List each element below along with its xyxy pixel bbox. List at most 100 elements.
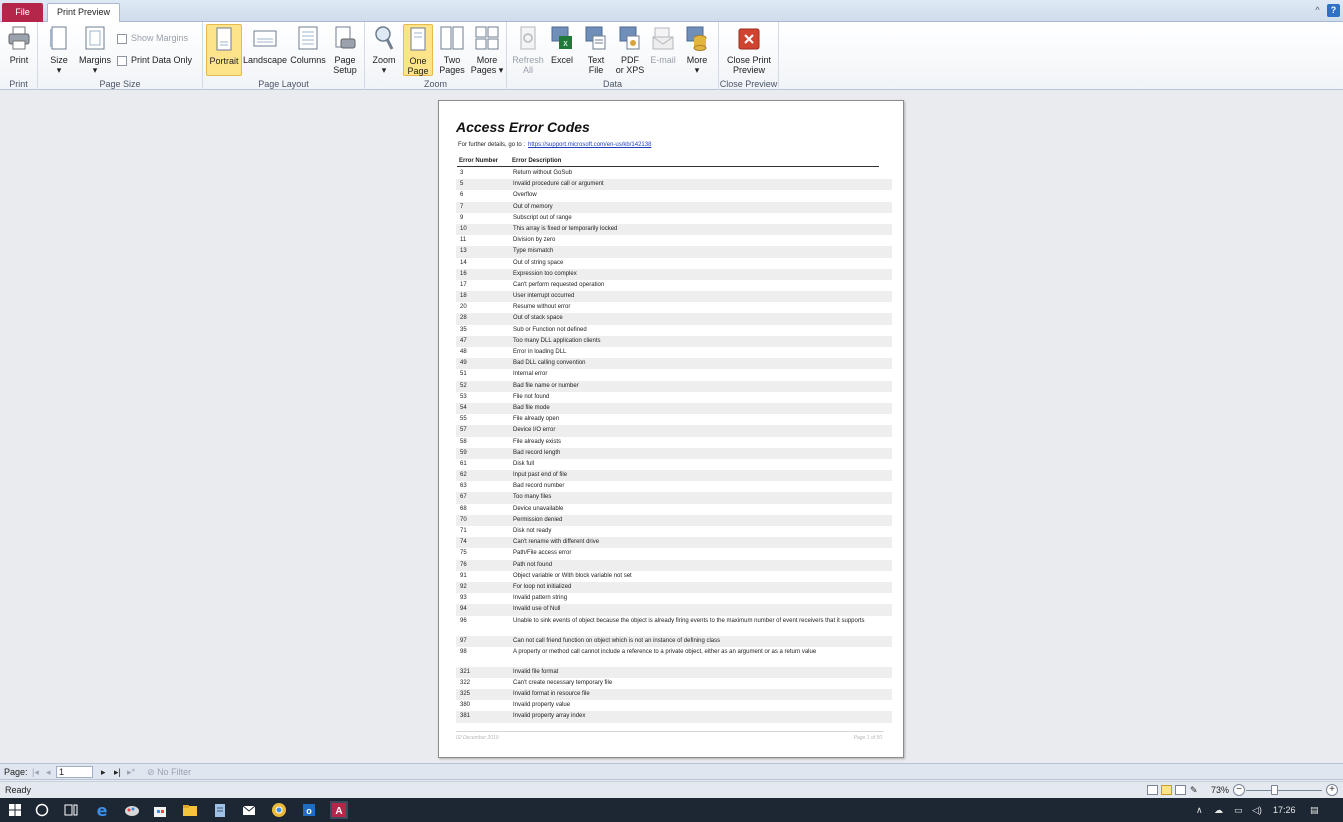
outlook-icon[interactable]: o	[300, 801, 318, 819]
error-number-cell: 55	[460, 416, 467, 423]
print-data-only-checkbox[interactable]: Print Data Only	[117, 54, 192, 68]
pdf-xps-export-button[interactable]: PDF or XPS	[615, 24, 645, 76]
zoom-label: Zoom	[372, 55, 396, 65]
error-number-cell: 13	[460, 248, 467, 255]
report-footer-page: Page 1 of 50	[853, 735, 882, 741]
more-pages-button[interactable]: More Pages ▾	[469, 24, 505, 76]
report-details-link[interactable]: https://support.microsoft.com/en-us/kb/1…	[528, 142, 651, 148]
first-page-icon[interactable]: |◂	[32, 766, 39, 778]
help-icon[interactable]: ?	[1327, 4, 1340, 17]
error-description-cell: Object variable or With block variable n…	[513, 572, 632, 579]
report-view-icon[interactable]	[1147, 785, 1158, 795]
table-row: 62 Input past end of file	[456, 470, 892, 482]
close-label-1: Close Print	[726, 55, 771, 65]
columns-label: Columns	[290, 55, 326, 65]
zoom-slider-thumb[interactable]	[1271, 785, 1278, 795]
table-row: 10 This array is fixed or temporarily loc…	[456, 223, 892, 236]
mail-icon[interactable]	[240, 801, 258, 819]
refresh-all-button[interactable]: Refresh All	[511, 24, 545, 76]
refresh-icon	[520, 26, 536, 50]
error-description-cell: Internal error	[513, 371, 548, 378]
notifications-icon[interactable]: ▤	[1310, 803, 1319, 817]
table-row: 52 Bad file name or number	[456, 380, 892, 392]
error-description-cell: Invalid file format	[513, 668, 559, 675]
print-preview-view-icon[interactable]	[1161, 785, 1172, 795]
error-number-cell: 49	[460, 360, 467, 367]
error-description-cell: Disk not ready	[513, 528, 552, 534]
zoom-out-icon[interactable]: −	[1233, 784, 1245, 796]
tab-file[interactable]: File	[2, 3, 43, 22]
table-row: 3 Return without GoSub	[456, 168, 892, 179]
network-icon[interactable]: ▭	[1234, 803, 1243, 817]
notepad-icon[interactable]	[211, 801, 229, 819]
more-pages-label-2: Pages ▾	[470, 65, 504, 75]
print-preview-area[interactable]: Access Error Codes For further details, …	[0, 91, 1343, 763]
table-row: 35 Sub or Function not defined	[456, 325, 892, 336]
chrome-icon[interactable]	[270, 801, 288, 819]
volume-icon[interactable]: ◁)	[1252, 803, 1262, 817]
table-row: 48 Error in loading DLL	[456, 347, 892, 358]
error-number-cell: 380	[460, 702, 471, 709]
page-setup-button[interactable]: Page Setup	[329, 24, 361, 76]
portrait-button[interactable]: Portrait	[206, 24, 242, 76]
paint-app-icon[interactable]	[123, 801, 141, 819]
filter-icon: ⊘	[147, 767, 155, 777]
table-row: 59 Bad record length	[456, 447, 892, 459]
error-number-cell: 68	[460, 505, 467, 512]
text-file-export-button[interactable]: Text File	[581, 24, 611, 76]
edge-browser-icon[interactable]: e	[93, 801, 111, 819]
error-description-cell: Subscript out of range	[513, 214, 572, 221]
access-app-icon[interactable]: A	[330, 801, 348, 819]
show-hidden-icons[interactable]: ∧	[1196, 803, 1203, 817]
previous-page-icon[interactable]: ◂	[46, 766, 51, 778]
error-number-cell: 74	[460, 539, 467, 546]
store-icon[interactable]	[151, 801, 169, 819]
page-nav-label: Page:	[4, 767, 28, 777]
task-view-icon[interactable]	[62, 801, 80, 819]
error-number-cell: 94	[460, 606, 467, 613]
show-margins-label: Show Margins	[131, 33, 189, 43]
error-description-cell: Invalid use of Null	[513, 606, 561, 613]
file-explorer-icon[interactable]	[181, 801, 199, 819]
zoom-button[interactable]: Zoom ▾	[369, 24, 399, 76]
one-page-button[interactable]: One Page	[403, 24, 433, 76]
more-export-button[interactable]: More ▾	[682, 24, 712, 76]
clock[interactable]: 17:26	[1273, 803, 1296, 817]
two-pages-button[interactable]: Two Pages	[436, 24, 468, 76]
design-view-icon[interactable]: ✎	[1190, 784, 1198, 796]
minimize-ribbon-icon[interactable]: ^	[1311, 4, 1324, 17]
table-row: 54 Bad file mode	[456, 402, 892, 415]
new-record-icon[interactable]: ▸*	[127, 766, 135, 778]
search-icon[interactable]	[33, 801, 51, 819]
error-number-cell: 48	[460, 349, 467, 355]
email-button[interactable]: E-mail	[648, 24, 678, 76]
error-description-cell: File already exists	[513, 438, 562, 445]
last-page-icon[interactable]: ▸|	[114, 766, 121, 778]
more-label: More	[686, 55, 708, 65]
error-description-cell: Expression too complex	[513, 270, 577, 277]
no-filter-button[interactable]: ⊘ No Filter	[147, 766, 191, 778]
show-margins-checkbox[interactable]: Show Margins	[117, 32, 188, 46]
zoom-slider-track[interactable]	[1246, 790, 1322, 791]
layout-view-icon[interactable]	[1175, 785, 1186, 795]
windows-start-icon[interactable]	[6, 801, 24, 819]
tab-print-preview[interactable]: Print Preview	[47, 3, 120, 23]
landscape-button[interactable]: Landscape	[243, 24, 287, 76]
error-description-cell: Path not found	[513, 561, 553, 568]
margins-button[interactable]: Margins ▾	[77, 24, 113, 76]
margins-label: Margins	[78, 55, 111, 65]
onedrive-icon[interactable]: ☁	[1214, 803, 1223, 817]
text-file-icon	[585, 26, 606, 50]
close-print-preview-button[interactable]: Close Print Preview	[723, 24, 775, 76]
size-button[interactable]: Size ▾	[47, 24, 71, 76]
size-label: Size	[50, 55, 68, 65]
print-button[interactable]: Print	[4, 24, 34, 76]
excel-export-button[interactable]: x Excel	[547, 24, 577, 76]
table-row: 6 Overflow	[456, 190, 892, 201]
table-row: 71 Disk not ready	[456, 526, 892, 537]
next-page-icon[interactable]: ▸	[101, 766, 106, 778]
columns-button[interactable]: Columns	[289, 24, 327, 76]
zoom-in-icon[interactable]: +	[1326, 784, 1338, 796]
status-bar: Ready ✎ 73% − +	[0, 781, 1343, 798]
page-number-input[interactable]: 1	[56, 766, 93, 778]
